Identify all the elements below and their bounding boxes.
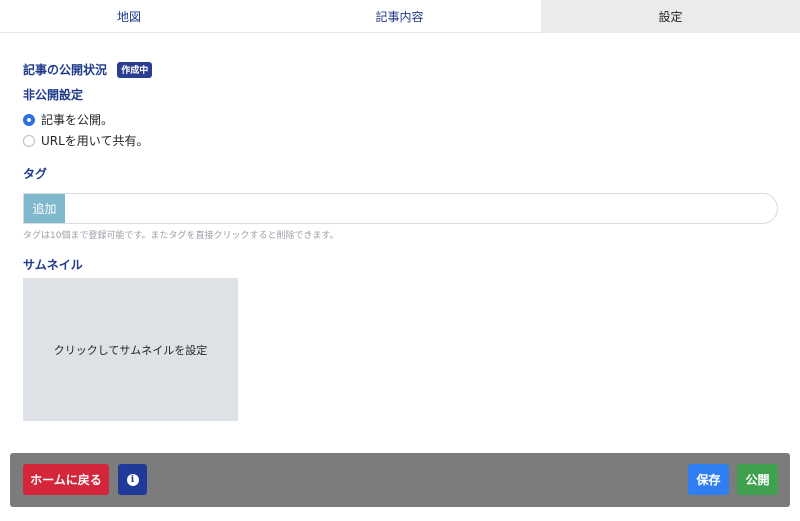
radio-publish-article[interactable]: 記事を公開。	[23, 111, 113, 128]
publish-status-label: 記事の公開状況	[23, 63, 108, 77]
radio-button[interactable]	[23, 134, 35, 147]
radio-label: 記事を公開。	[41, 113, 114, 127]
status-badge: 作成中	[117, 62, 153, 78]
thumbnail-placeholder-text: クリックしてサムネイルを設定	[53, 343, 208, 357]
settings-page: 地図 記事内容 設定 記事の公開状況 作成中 非公開設定 記事を公開。 URLを…	[0, 0, 800, 521]
tag-input[interactable]	[65, 194, 777, 223]
publish-button[interactable]: 公開	[737, 464, 778, 495]
tag-input-group: 追加	[23, 193, 778, 224]
footer-action-bar: ホームに戻る i 保存 公開	[10, 453, 790, 507]
radio-button-checked[interactable]	[23, 113, 35, 126]
tab-map[interactable]: 地図	[0, 0, 258, 33]
tag-help-text: タグは10個まで登録可能です。またタグを直接クリックすると削除できます。	[23, 231, 339, 241]
publish-status-heading: 記事の公開状況 作成中	[23, 61, 153, 78]
radio-share-url[interactable]: URLを用いて共有。	[23, 132, 148, 149]
tag-section-label: タグ	[23, 167, 48, 181]
back-home-button[interactable]: ホームに戻る	[23, 464, 109, 495]
thumbnail-picker[interactable]: クリックしてサムネイルを設定	[23, 278, 238, 421]
tab-bar: 地図 記事内容 設定	[0, 0, 800, 33]
thumbnail-section-label: サムネイル	[23, 258, 83, 272]
add-tag-button[interactable]: 追加	[24, 194, 65, 223]
radio-label: URLを用いて共有。	[41, 134, 149, 148]
privacy-setting-label: 非公開設定	[23, 88, 84, 102]
save-button[interactable]: 保存	[688, 464, 729, 495]
tab-settings[interactable]: 設定	[541, 0, 800, 33]
info-icon: i	[126, 473, 139, 486]
info-button[interactable]: i	[118, 464, 147, 495]
tab-article-content[interactable]: 記事内容	[258, 0, 541, 33]
